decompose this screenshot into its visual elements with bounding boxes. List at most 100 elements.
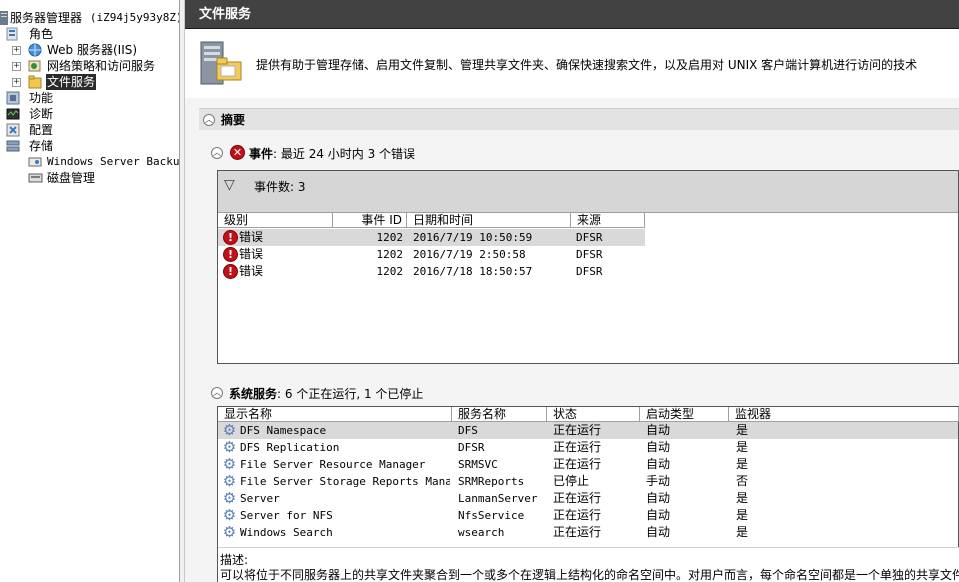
service-monitor: 是 — [736, 423, 749, 437]
service-gear-icon: ⚙ — [222, 472, 237, 490]
service-display-name: DFS Namespace — [240, 424, 327, 437]
details-pane: 文件服务 提供有助于管理存储、启用文件复制、管理共享文件夹、确保快速搜索文件，以… — [185, 0, 959, 582]
service-row[interactable]: ⚙ Server LanmanServer 正在运行 自动 是 — [218, 490, 958, 507]
column-header-display-name[interactable]: 显示名称 — [218, 407, 452, 422]
event-row[interactable]: ! 错误 1202 2016/7/19 10:50:59 DFSR — [218, 229, 645, 246]
tree-item-label: 磁盘管理 — [47, 171, 96, 185]
service-row[interactable]: ⚙ File Server Storage Reports Manager SRMR… — [218, 473, 958, 490]
column-header-source[interactable]: 来源 — [571, 213, 645, 228]
service-display-name: File Server Resource Manager — [240, 458, 426, 471]
tree-item-server-manager[interactable]: 服务器管理器 (iZ94j5y93y8Z) — [0, 10, 179, 26]
service-monitor: 否 — [736, 474, 749, 488]
file-server-icon — [197, 40, 245, 88]
tree-item-label: 角色 — [29, 27, 54, 41]
column-header-datetime[interactable]: 日期和时间 — [407, 213, 571, 228]
event-source: DFSR — [576, 248, 603, 261]
event-level: 错误 — [239, 264, 264, 278]
event-id: 1202 — [376, 231, 404, 244]
service-row[interactable]: ⚙ DFS Namespace DFS 正在运行 自动 是 — [218, 422, 958, 439]
network-policy-icon — [28, 59, 44, 73]
tree-item-npas[interactable]: + 网络策略和访问服务 — [0, 58, 155, 74]
error-icon: ✕ — [230, 145, 245, 160]
event-source: DFSR — [576, 231, 603, 244]
service-display-name: Windows Search — [240, 526, 333, 539]
service-monitor: 是 — [736, 457, 749, 471]
collapse-icon[interactable]: ︿ — [211, 387, 223, 399]
filter-icon[interactable]: ▽ — [224, 177, 235, 193]
events-title-line: 事件: 最近 24 小时内 3 个错误 — [249, 147, 416, 161]
event-id: 1202 — [376, 265, 404, 278]
column-header-service-name[interactable]: 服务名称 — [452, 407, 547, 422]
event-source: DFSR — [576, 265, 603, 278]
service-status: 正在运行 — [553, 457, 602, 471]
expand-icon[interactable]: + — [12, 62, 21, 71]
collapse-icon[interactable]: ︿ — [203, 114, 215, 126]
collapse-icon[interactable]: ︿ — [211, 147, 223, 159]
tree-item-roles[interactable]: 角色 — [0, 26, 53, 42]
service-monitor: 是 — [736, 525, 749, 539]
service-name: DFSR — [458, 441, 485, 454]
column-header-level[interactable]: 级别 — [218, 213, 333, 228]
services-section-header[interactable]: ︿ 系统服务: 6 个正在运行, 1 个已停止 — [211, 384, 951, 402]
tree-item-label: 配置 — [29, 123, 54, 137]
events-panel: ▽ 事件数: 3 级别 事件 ID 日期和时间 来源 ! 错误 1202 2016/7… — [217, 170, 959, 364]
tree-item-storage[interactable]: 存储 — [0, 138, 53, 154]
tree-item-label: 诊断 — [29, 107, 54, 121]
column-header-status[interactable]: 状态 — [547, 407, 640, 422]
server-manager-window: 服务器管理器 (iZ94j5y93y8Z) 角色 + Web 服务器(IIS) … — [0, 0, 959, 582]
service-status: 已停止 — [553, 474, 590, 488]
tree-item-windows-server-backup[interactable]: Windows Server Backup — [0, 154, 179, 170]
service-row[interactable]: ⚙ DFS Replication DFSR 正在运行 自动 是 — [218, 439, 958, 456]
expand-icon[interactable]: + — [12, 78, 21, 87]
tree-item-disk-management[interactable]: 磁盘管理 — [0, 170, 95, 186]
tree-item-file-services[interactable]: + 文件服务 — [0, 74, 97, 90]
event-row[interactable]: ! 错误 1202 2016/7/19 2:50:58 DFSR — [218, 246, 958, 263]
summary-section-header[interactable]: ︿ 摘要 — [199, 108, 959, 130]
service-gear-icon: ⚙ — [222, 523, 237, 541]
tree-item-label: 功能 — [29, 91, 54, 105]
service-startup-type: 自动 — [646, 440, 671, 454]
server-icon — [0, 11, 16, 25]
features-icon — [6, 91, 22, 105]
service-status: 正在运行 — [553, 423, 602, 437]
service-startup-type: 手动 — [646, 474, 671, 488]
tree-item-configuration[interactable]: 配置 — [0, 122, 53, 138]
role-description: 提供有助于管理存储、启用文件复制、管理共享文件夹、确保快速搜索文件，以及启用对 … — [256, 58, 918, 72]
column-header-monitor[interactable]: 监视器 — [729, 407, 959, 422]
role-summary-body: ︿ 摘要 ︿ ✕ 事件: 最近 24 小时内 3 个错误 ▽ 事件数: 3 级别… — [185, 98, 959, 582]
service-gear-icon: ⚙ — [222, 421, 237, 439]
event-datetime: 2016/7/19 2:50:58 — [413, 248, 526, 261]
tree-item-label: 文件服务 — [46, 74, 97, 90]
events-section-header[interactable]: ︿ ✕ 事件: 最近 24 小时内 3 个错误 — [211, 144, 951, 162]
services-panel: 显示名称 服务名称 状态 启动类型 监视器 ⚙ DFS Namespace DFS 正… — [217, 406, 959, 582]
error-icon: ! — [223, 247, 238, 262]
service-name: wsearch — [458, 526, 505, 539]
service-display-name: File Server Storage Reports Manager — [240, 475, 450, 488]
page-title: 文件服务 — [185, 0, 959, 29]
service-monitor: 是 — [736, 508, 749, 522]
tree-item-features[interactable]: 功能 — [0, 90, 53, 106]
service-status: 正在运行 — [553, 440, 602, 454]
backup-icon — [28, 155, 44, 169]
service-startup-type: 自动 — [646, 508, 671, 522]
service-row[interactable]: ⚙ Windows Search wsearch 正在运行 自动 是 — [218, 524, 958, 541]
service-gear-icon: ⚙ — [222, 506, 237, 524]
configuration-icon — [6, 123, 22, 137]
expand-icon[interactable]: + — [12, 46, 21, 55]
service-row[interactable]: ⚙ Server for NFS NfsService 正在运行 自动 是 — [218, 507, 958, 524]
event-row[interactable]: ! 错误 1202 2016/7/18 18:50:57 DFSR — [218, 263, 958, 280]
column-header-event-id[interactable]: 事件 ID — [333, 213, 407, 228]
column-header-startup-type[interactable]: 启动类型 — [640, 407, 729, 422]
tree-item-web-server[interactable]: + Web 服务器(IIS) — [0, 42, 137, 58]
events-count-label: 事件数: 3 — [254, 180, 306, 194]
event-level: 错误 — [239, 247, 264, 261]
service-description-panel: 描述: 可以将位于不同服务器上的共享文件夹聚合到一个或多个在逻辑上结构化的命名空… — [218, 547, 959, 582]
service-row[interactable]: ⚙ File Server Resource Manager SRMSVC 正在运行 自… — [218, 456, 958, 473]
service-status: 正在运行 — [553, 525, 602, 539]
tree-item-label: Web 服务器(IIS) — [47, 43, 138, 57]
file-services-icon — [28, 75, 44, 89]
tree-item-diagnostics[interactable]: 诊断 — [0, 106, 53, 122]
event-id: 1202 — [376, 248, 404, 261]
service-status: 正在运行 — [553, 508, 602, 522]
summary-title: 摘要 — [221, 113, 246, 127]
